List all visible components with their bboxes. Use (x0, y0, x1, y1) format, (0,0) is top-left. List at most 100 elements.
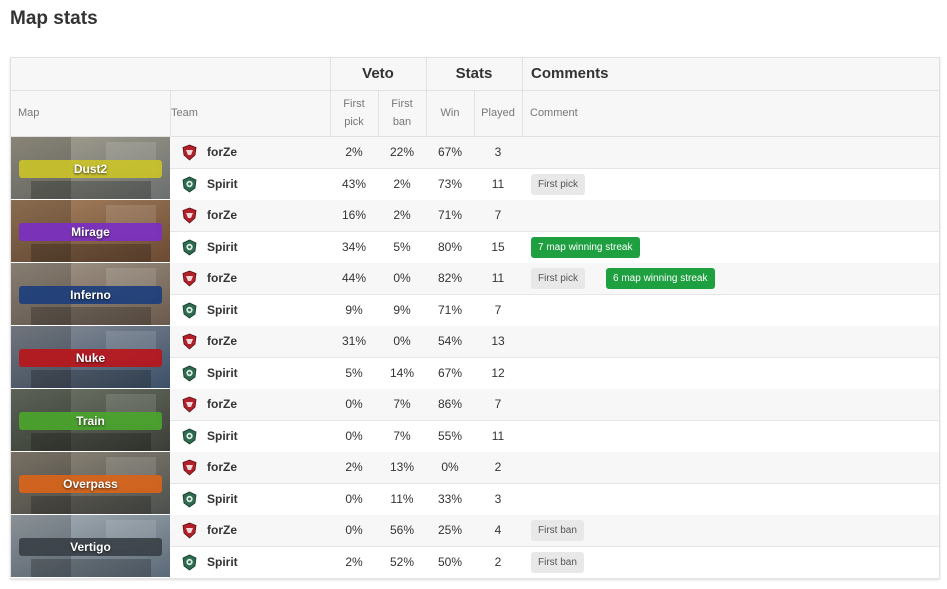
played-value: 11 (491, 271, 505, 285)
team-name[interactable]: forZe (207, 137, 237, 168)
first-ban-value: 9% (393, 302, 411, 317)
table-group-header: Veto Stats Comments (11, 58, 939, 91)
first-ban-value: 22% (389, 145, 415, 159)
win-value: 71% (437, 208, 463, 222)
map-image-vertigo[interactable]: Vertigo (11, 515, 170, 577)
first-pick-value: 16% (341, 208, 367, 222)
map-image-nuke[interactable]: Nuke (11, 326, 170, 388)
streak-badge: 6 map winning streak (606, 268, 715, 289)
first-ban-value: 7% (393, 397, 411, 411)
veto-group-header: Veto (362, 65, 394, 82)
first-pick-value: 0% (345, 397, 363, 411)
win-value: 50% (437, 554, 463, 569)
team-name[interactable]: forZe (207, 452, 237, 483)
page-title: Map stats (10, 8, 98, 29)
column-header-first-pick-line1: First (343, 98, 365, 110)
team-name[interactable]: forZe (207, 263, 237, 294)
played-value: 7 (494, 397, 502, 411)
played-value: 2 (494, 460, 502, 474)
first-pick-value: 2% (345, 145, 363, 159)
column-header-team[interactable]: Team (171, 104, 198, 122)
spirit-logo-icon (182, 176, 197, 192)
team-name[interactable]: Spirit (207, 421, 238, 452)
comment-badge: First ban (531, 520, 584, 541)
played-value: 12 (491, 365, 505, 380)
first-ban-value: 14% (389, 365, 415, 380)
win-value: 0% (441, 460, 459, 474)
win-value: 67% (437, 145, 463, 159)
team-name[interactable]: forZe (207, 515, 237, 546)
first-ban-value: 0% (393, 271, 411, 285)
first-ban-value: 7% (393, 428, 411, 443)
table-column-header: Map Team First pick First ban Win Played… (11, 91, 939, 137)
map-name: Overpass (63, 477, 118, 491)
win-value: 55% (437, 428, 463, 443)
first-pick-value: 44% (341, 271, 367, 285)
map-image-overpass[interactable]: Overpass (11, 452, 170, 514)
spirit-logo-icon (182, 554, 197, 570)
first-pick-value: 0% (345, 523, 363, 537)
spirit-logo-icon (182, 302, 197, 318)
played-value: 3 (494, 491, 502, 506)
divider (474, 91, 475, 136)
column-header-comment: Comment (530, 107, 578, 119)
team-name[interactable]: Spirit (207, 169, 238, 200)
played-value: 4 (494, 523, 502, 537)
map-name: Vertigo (70, 540, 111, 554)
first-ban-value: 2% (393, 176, 411, 191)
first-pick-value: 5% (345, 365, 363, 380)
streak-badge: 7 map winning streak (531, 236, 640, 258)
team-name[interactable]: forZe (207, 326, 237, 357)
first-pick-value: 31% (341, 334, 367, 348)
team-name[interactable]: Spirit (207, 358, 238, 389)
spirit-logo-icon (182, 365, 197, 381)
comment-badge: First pick (531, 173, 585, 195)
team-name[interactable]: forZe (207, 389, 237, 420)
map-image-inferno[interactable]: Inferno (11, 263, 170, 325)
column-header-played[interactable]: Played (474, 104, 522, 122)
map-image-dust2[interactable]: Dust2 (11, 137, 170, 199)
played-value: 11 (491, 428, 505, 443)
divider (170, 91, 171, 136)
win-value: 33% (437, 491, 463, 506)
divider (522, 58, 523, 136)
divider (378, 91, 379, 136)
win-value: 82% (437, 271, 463, 285)
column-header-win[interactable]: Win (426, 104, 474, 122)
forze-logo-icon (182, 522, 197, 539)
first-pick-value: 2% (345, 554, 363, 569)
played-value: 2 (494, 554, 502, 569)
win-value: 80% (437, 239, 463, 254)
win-value: 54% (437, 334, 463, 348)
team-name[interactable]: Spirit (207, 484, 238, 515)
column-header-first-pick-line2: pick (344, 116, 364, 128)
column-header-first-ban[interactable]: First ban (378, 95, 426, 131)
map-name: Mirage (71, 225, 110, 239)
column-header-first-ban-line2: ban (392, 116, 412, 128)
first-ban-value: 13% (389, 460, 415, 474)
comment-badge: First pick (531, 268, 585, 289)
forze-logo-icon (182, 144, 197, 161)
forze-logo-icon (182, 270, 197, 287)
first-pick-value: 43% (341, 176, 367, 191)
first-pick-value: 9% (345, 302, 363, 317)
first-ban-value: 5% (393, 239, 411, 254)
team-name[interactable]: forZe (207, 200, 237, 231)
first-pick-value: 0% (345, 491, 363, 506)
map-name: Nuke (75, 351, 106, 365)
column-header-first-pick[interactable]: First pick (330, 95, 378, 131)
team-name[interactable]: Spirit (207, 547, 238, 578)
first-ban-value: 11% (390, 491, 414, 506)
column-header-first-ban-line1: First (391, 98, 413, 110)
column-header-map[interactable]: Map (18, 104, 39, 122)
spirit-logo-icon (182, 239, 197, 255)
map-image-train[interactable]: Train (11, 389, 170, 451)
win-value: 25% (437, 523, 463, 537)
divider (330, 58, 331, 136)
played-value: 7 (494, 208, 502, 222)
team-name[interactable]: Spirit (207, 295, 238, 326)
team-name[interactable]: Spirit (207, 232, 238, 263)
map-image-mirage[interactable]: Mirage (11, 200, 170, 262)
win-value: 86% (437, 397, 463, 411)
spirit-logo-icon (182, 491, 197, 507)
